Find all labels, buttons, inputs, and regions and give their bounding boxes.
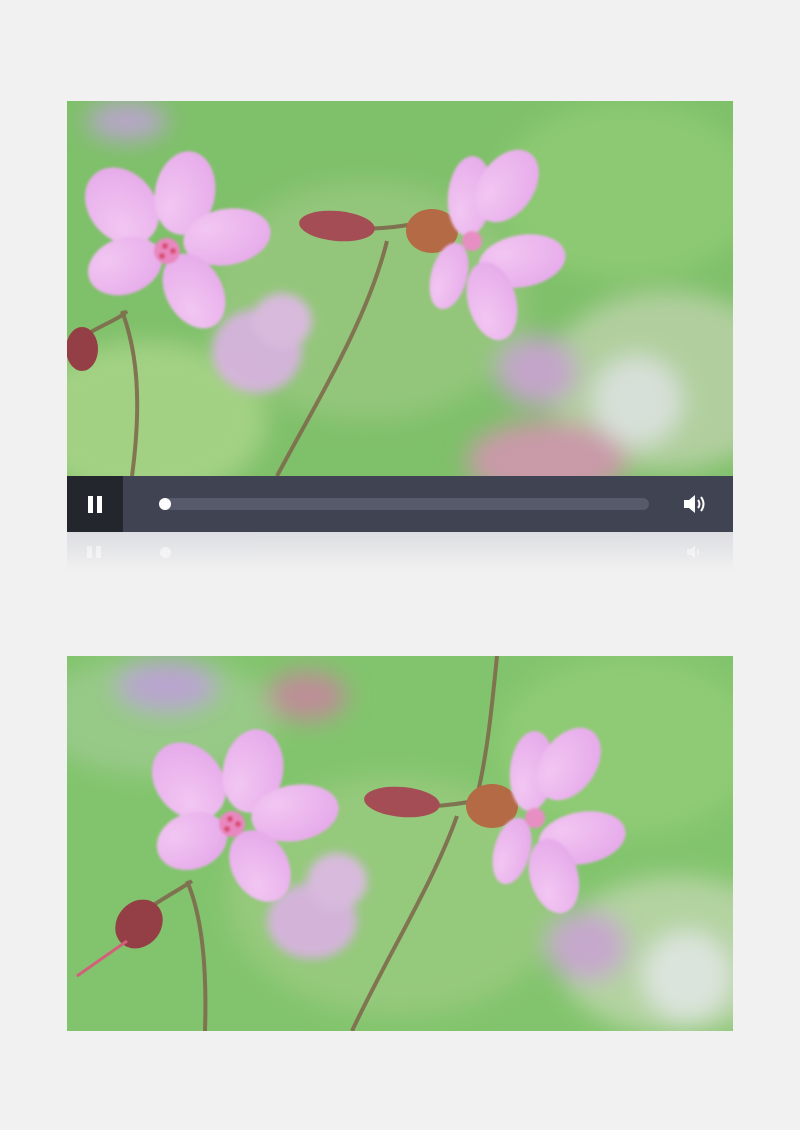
page	[0, 0, 800, 1130]
video-frame-image	[67, 656, 733, 1031]
seek-thumb-reflection	[160, 547, 171, 558]
seek-bar[interactable]	[159, 498, 649, 510]
pause-icon	[88, 495, 102, 513]
pause-button[interactable]	[67, 476, 123, 532]
controls-reflection	[67, 532, 733, 572]
pause-icon-reflection	[87, 546, 101, 558]
video-thumbnail-frame	[67, 656, 733, 1031]
video-controls-bar	[67, 476, 733, 532]
volume-icon	[684, 495, 705, 513]
video-frame-image	[67, 101, 733, 476]
seek-thumb[interactable]	[159, 498, 171, 510]
volume-button[interactable]	[680, 489, 710, 519]
video-player-frame[interactable]	[67, 101, 733, 476]
volume-icon-reflection	[687, 545, 699, 559]
